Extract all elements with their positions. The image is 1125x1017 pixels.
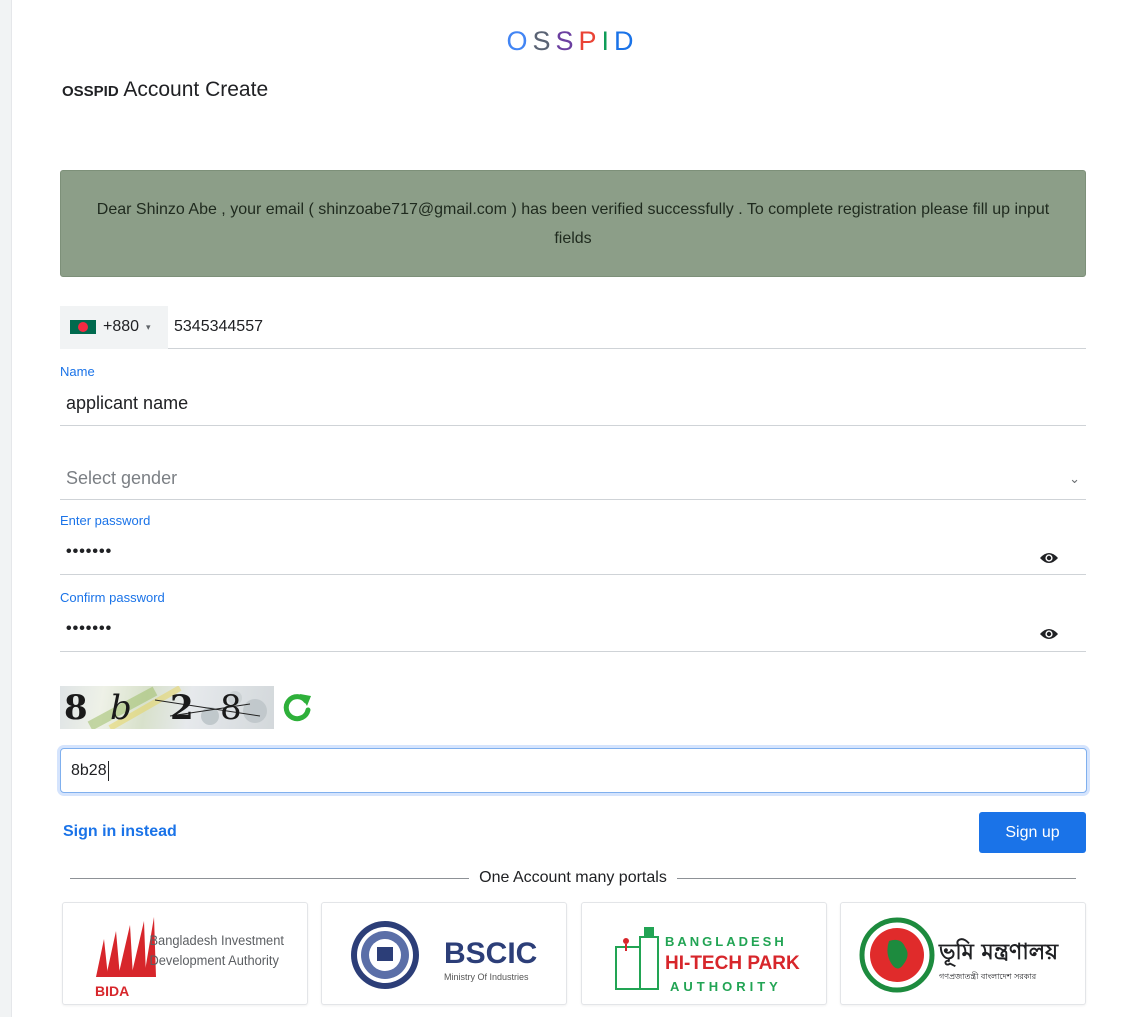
captcha-char: 8 — [220, 688, 242, 728]
sign-in-link[interactable]: Sign in instead — [63, 823, 177, 841]
portal-card-bida[interactable]: BIDA Bangladesh Investment Development A… — [62, 902, 308, 1005]
sign-up-button[interactable]: Sign up — [979, 812, 1086, 853]
text-cursor — [107, 760, 109, 781]
name-label: Name — [60, 364, 95, 379]
land-ministry-title: ভূমি মন্ত্রণালয় — [938, 938, 1059, 967]
portal-card-htpa[interactable]: BANGLADESH HI-TECH PARK AUTHORITY — [581, 902, 827, 1005]
page-title-brand: OSSPID — [62, 83, 119, 100]
country-code-selector[interactable]: +880 ▾ — [60, 305, 168, 349]
confirm-password-input[interactable]: ••••••• — [66, 620, 112, 638]
brand-letter: D — [614, 26, 639, 56]
htpa-line2: HI-TECH PARK — [665, 953, 800, 974]
name-input[interactable]: applicant name — [66, 393, 188, 414]
brand-letter: I — [601, 26, 615, 56]
verification-message: Dear Shinzo Abe , your email ( shinzoabe… — [96, 200, 1050, 247]
password-underline — [60, 574, 1086, 575]
bscic-subtitle: Ministry Of Industries — [444, 972, 529, 982]
htpa-line1: BANGLADESH — [665, 934, 787, 949]
land-ministry-logo: ভূমি মন্ত্রণালয় গণপ্রজাতন্ত্রী বাংলাদেশ… — [859, 917, 1059, 993]
name-underline — [60, 425, 1086, 426]
bscic-logo: BSCIC Ministry Of Industries — [351, 921, 537, 989]
dial-code: +880 — [103, 318, 140, 335]
bida-acronym: BIDA — [95, 983, 129, 999]
eye-icon[interactable] — [1039, 551, 1059, 565]
bangladesh-flag-icon — [70, 320, 96, 334]
chevron-down-icon: ⌄ — [1069, 470, 1080, 486]
captcha-char: 2 — [170, 688, 194, 728]
bida-logo: BIDA Bangladesh Investment Development A… — [95, 917, 284, 999]
brand-letter: S — [532, 26, 556, 56]
htpa-logo: BANGLADESH HI-TECH PARK AUTHORITY — [615, 927, 800, 994]
phone-field: +880 ▾ 5345344557 — [60, 305, 1086, 349]
bida-name-line1: Bangladesh Investment — [149, 933, 284, 949]
captcha-char: 8 — [64, 688, 88, 728]
portal-card-land-ministry[interactable]: ভূমি মন্ত্রণালয় গণপ্রজাতন্ত্রী বাংলাদেশ… — [840, 902, 1086, 1005]
page-title-text: Account Create — [123, 78, 269, 101]
gender-placeholder: Select gender — [66, 468, 178, 488]
confirm-password-underline — [60, 651, 1086, 652]
captcha-input-value: 8b28 — [71, 761, 107, 779]
caret-down-icon: ▾ — [146, 321, 151, 332]
portals-divider: One Account many portals — [70, 867, 1076, 889]
brand-letter: O — [506, 26, 533, 56]
captcha-image: 8 b 2 8 — [60, 686, 274, 729]
phone-input[interactable]: 5345344557 — [174, 318, 263, 336]
brand-logo: OSSPID — [0, 26, 1125, 57]
refresh-icon[interactable] — [280, 690, 314, 724]
brand-letter: S — [555, 26, 579, 56]
brand-letter: P — [578, 26, 602, 56]
divider-line — [70, 877, 470, 879]
portals-divider-text: One Account many portals — [479, 869, 667, 886]
land-ministry-subtitle: গণপ্রজাতন্ত্রী বাংলাদেশ সরকার — [939, 971, 1037, 981]
bscic-name: BSCIC — [444, 937, 537, 970]
confirm-password-label: Confirm password — [60, 590, 165, 605]
page-title: OSSPID Account Create — [62, 78, 268, 102]
eye-icon[interactable] — [1039, 627, 1059, 641]
password-input[interactable]: ••••••• — [66, 543, 112, 561]
left-edge-rule — [0, 0, 12, 1017]
captcha-noise — [87, 686, 267, 729]
gender-select[interactable]: Select gender ⌄ — [60, 458, 1086, 500]
portal-card-bscic[interactable]: BSCIC Ministry Of Industries — [321, 902, 567, 1005]
divider-line — [676, 877, 1076, 879]
captcha-input[interactable]: 8b28 — [60, 748, 1087, 793]
verification-alert: Dear Shinzo Abe , your email ( shinzoabe… — [60, 170, 1086, 277]
captcha-char: b — [110, 688, 132, 728]
password-label: Enter password — [60, 513, 151, 528]
bida-name-line2: Development Authority — [149, 953, 279, 969]
htpa-line3: AUTHORITY — [670, 979, 782, 994]
